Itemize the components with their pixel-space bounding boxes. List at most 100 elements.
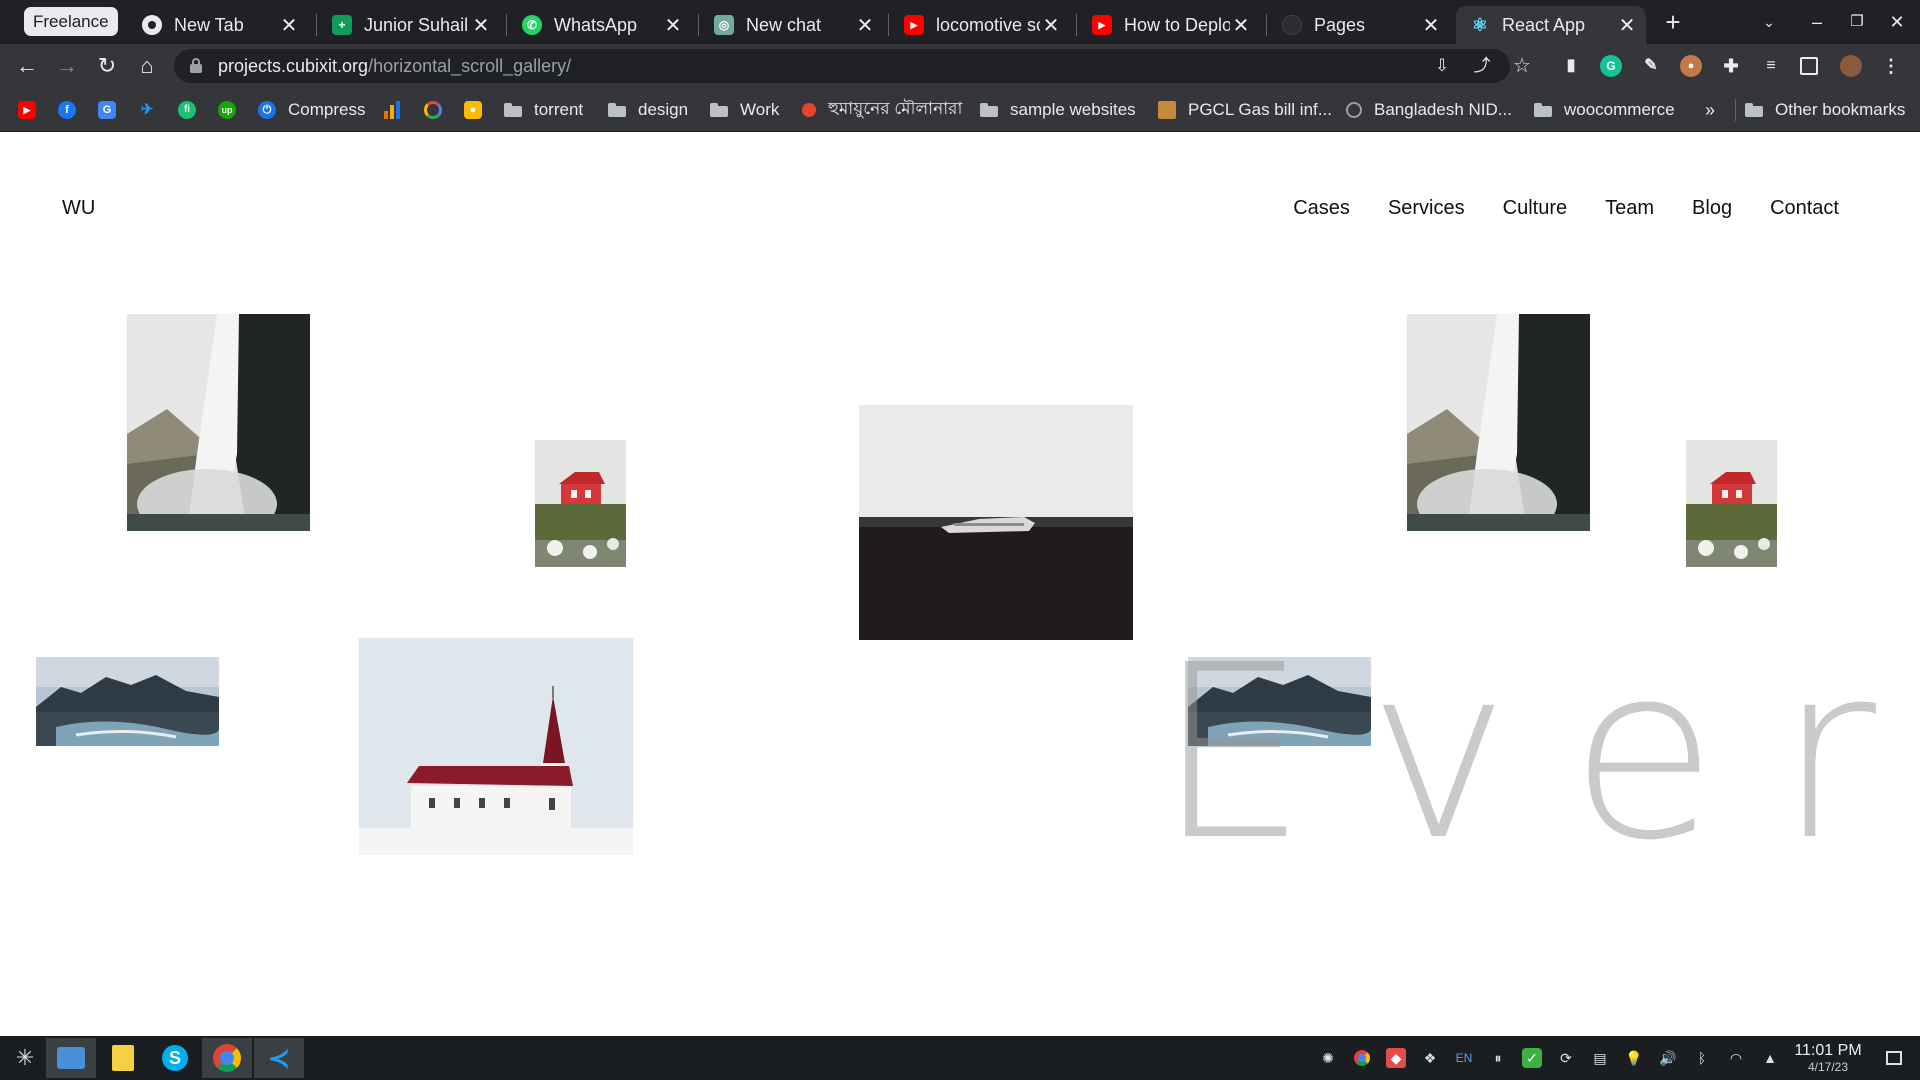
- other-bookmarks-folder[interactable]: Other bookmarks: [1745, 88, 1905, 132]
- close-icon[interactable]: ✕: [1616, 13, 1638, 38]
- file-manager-icon[interactable]: [46, 1038, 96, 1078]
- tab-locomotive[interactable]: ▶ locomotive sc ✕: [890, 6, 1070, 44]
- bookmark-fiverr[interactable]: fi: [178, 88, 196, 132]
- bookmark-analytics[interactable]: [384, 88, 400, 132]
- bookmark-folder-design[interactable]: design: [608, 88, 688, 132]
- nav-link-team[interactable]: Team: [1605, 197, 1654, 220]
- nav-link-cases[interactable]: Cases: [1293, 197, 1350, 220]
- grammarly-icon[interactable]: G: [1600, 55, 1622, 77]
- close-icon[interactable]: ✕: [470, 13, 492, 38]
- reload-icon[interactable]: ↻: [93, 52, 121, 80]
- restore-icon[interactable]: ❐: [1842, 8, 1872, 36]
- folder-icon: [504, 103, 522, 117]
- translate-icon: G: [98, 101, 116, 119]
- tab-title: WhatsApp: [554, 14, 638, 35]
- side-panel-icon[interactable]: [1800, 57, 1818, 75]
- nav-link-culture[interactable]: Culture: [1503, 197, 1567, 220]
- share-icon[interactable]: ⤴: [1472, 56, 1492, 76]
- nav-link-contact[interactable]: Contact: [1770, 197, 1839, 220]
- tab-react-app[interactable]: ⚛ React App ✕: [1456, 6, 1646, 44]
- tab-whatsapp[interactable]: ✆ WhatsApp ✕: [508, 6, 692, 44]
- wifi-icon[interactable]: ◠: [1726, 1048, 1746, 1068]
- close-icon[interactable]: ✕: [1230, 13, 1252, 38]
- close-icon[interactable]: ✕: [278, 13, 300, 38]
- window-close-icon[interactable]: ✕: [1882, 8, 1912, 36]
- bookmark-bird[interactable]: ✈: [138, 88, 156, 132]
- tab-title: locomotive sc: [936, 14, 1040, 35]
- install-app-icon[interactable]: ⇩: [1432, 56, 1452, 76]
- chrome-tray-icon[interactable]: [1352, 1048, 1372, 1068]
- cookie-icon[interactable]: ●: [1680, 55, 1702, 77]
- bookmark-humayun[interactable]: হুমায়ুনের মৌলানারা: [802, 88, 962, 132]
- bookmark-folder-sample-websites[interactable]: sample websites: [980, 88, 1136, 132]
- tab-group-label[interactable]: Freelance: [24, 7, 118, 36]
- bookmark-folder-torrent[interactable]: torrent: [504, 88, 583, 132]
- site-logo[interactable]: WU: [62, 197, 95, 220]
- color-picker-icon[interactable]: ✎: [1640, 55, 1662, 77]
- menu-kebab-icon[interactable]: ⋮: [1880, 55, 1902, 77]
- close-icon[interactable]: ✕: [1040, 13, 1062, 38]
- bookmark-pgcl[interactable]: PGCL Gas bill inf...: [1158, 88, 1332, 132]
- nav-link-blog[interactable]: Blog: [1692, 197, 1732, 220]
- forward-icon[interactable]: →: [53, 52, 81, 80]
- close-icon[interactable]: ✕: [662, 13, 684, 38]
- tab-junior-suhail[interactable]: + Junior Suhail - ✕: [318, 6, 500, 44]
- system-clock[interactable]: 11:01 PM 4/17/23: [1790, 1042, 1866, 1074]
- nav-link-services[interactable]: Services: [1388, 197, 1465, 220]
- notes-icon[interactable]: [98, 1038, 148, 1078]
- tab-new-tab[interactable]: New Tab ✕: [128, 6, 308, 44]
- tray-expand-icon[interactable]: ▲: [1760, 1048, 1780, 1068]
- show-desktop-icon[interactable]: [1886, 1051, 1902, 1065]
- url-text[interactable]: projects.cubixit.org/horizontal_scroll_g…: [218, 49, 571, 83]
- volume-icon[interactable]: 🔊: [1658, 1048, 1678, 1068]
- bookmark-folder-work[interactable]: Work: [710, 88, 779, 132]
- clipboard-icon[interactable]: ▤: [1590, 1048, 1610, 1068]
- bookmark-translate[interactable]: G: [98, 88, 116, 132]
- close-icon[interactable]: ✕: [1420, 13, 1442, 38]
- clock-date: 4/17/23: [1807, 1060, 1849, 1074]
- upwork-icon: up: [218, 101, 236, 119]
- skype-icon[interactable]: S: [150, 1038, 200, 1078]
- bookmark-bangladesh-nid[interactable]: Bangladesh NID...: [1346, 88, 1512, 132]
- bookmark-star-icon[interactable]: ☆: [1512, 56, 1532, 76]
- chrome-icon[interactable]: [202, 1038, 252, 1078]
- extensions-puzzle-icon[interactable]: ✚: [1720, 55, 1742, 77]
- checkmark-icon[interactable]: ✓: [1522, 1048, 1542, 1068]
- bookmark-compress[interactable]: ⏻ Compress: [258, 88, 365, 132]
- tab-new-chat[interactable]: ◎ New chat ✕: [700, 6, 884, 44]
- bookmark-folder-woocommerce[interactable]: woocommerce: [1534, 88, 1675, 132]
- bookmark-label: Bangladesh NID...: [1374, 100, 1512, 119]
- language-indicator[interactable]: EN: [1454, 1048, 1474, 1068]
- bookmark-youtube[interactable]: ▶: [18, 88, 36, 132]
- folder-icon: [710, 103, 728, 117]
- bookmark-keep[interactable]: ●: [464, 88, 482, 132]
- launcher-icon[interactable]: ✳: [0, 1038, 50, 1078]
- media-pause-icon[interactable]: ⏸: [1488, 1048, 1508, 1068]
- tab-search-chevron-icon[interactable]: ⌄: [1754, 8, 1784, 36]
- back-icon[interactable]: ←: [13, 52, 41, 80]
- dropbox-icon[interactable]: ❖: [1420, 1048, 1440, 1068]
- vscode-icon[interactable]: ≺: [254, 1038, 304, 1078]
- bookmarks-bar: ▶ f G ✈ fi up ⏻ Compress ● torrent design…: [0, 88, 1920, 132]
- bluetooth-icon[interactable]: ᛒ: [1692, 1048, 1712, 1068]
- bookmark-upwork[interactable]: up: [218, 88, 236, 132]
- reader-extension-icon[interactable]: ▮: [1560, 55, 1582, 77]
- avatar[interactable]: [1840, 55, 1862, 77]
- reading-list-icon[interactable]: ≡: [1760, 55, 1782, 77]
- lightbulb-icon[interactable]: 💡: [1624, 1048, 1644, 1068]
- bookmark-ring[interactable]: [424, 88, 442, 132]
- anydesk-icon[interactable]: ◆: [1386, 1048, 1406, 1068]
- close-icon[interactable]: ✕: [854, 13, 876, 38]
- update-icon[interactable]: ⟳: [1556, 1048, 1576, 1068]
- new-tab-button[interactable]: +: [1658, 6, 1688, 38]
- lock-icon[interactable]: [190, 58, 202, 74]
- minimize-icon[interactable]: –: [1802, 8, 1832, 36]
- tab-pages[interactable]: Pages ✕: [1268, 6, 1450, 44]
- folder-icon: [608, 103, 626, 117]
- home-icon[interactable]: ⌂: [133, 52, 161, 80]
- notifications-bell-icon[interactable]: ✺: [1318, 1048, 1338, 1068]
- bookmark-facebook[interactable]: f: [58, 88, 76, 132]
- address-bar[interactable]: projects.cubixit.org/horizontal_scroll_g…: [174, 49, 1531, 83]
- tab-how-to-deploy[interactable]: ▶ How to Deplo ✕: [1078, 6, 1260, 44]
- bookmarks-overflow-button[interactable]: »: [1705, 88, 1715, 132]
